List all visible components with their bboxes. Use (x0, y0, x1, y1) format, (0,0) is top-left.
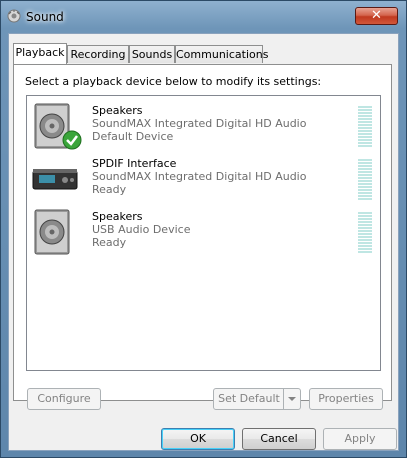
device-name: SPDIF Interface (92, 157, 177, 170)
properties-button[interactable]: Properties (309, 388, 383, 410)
tab-sounds[interactable]: Sounds (129, 45, 175, 63)
sound-dialog-window: Sound ✕ Playback Recording Sounds Commun… (0, 0, 407, 458)
device-item-speakers-soundmax[interactable]: Speakers SoundMAX Integrated Digital HD … (29, 100, 378, 152)
device-description: USB Audio Device (92, 223, 191, 236)
sound-app-icon (7, 9, 21, 23)
configure-button[interactable]: Configure (27, 388, 101, 410)
volume-level-meter (358, 212, 372, 254)
close-icon: ✕ (371, 8, 382, 23)
volume-level-meter (358, 159, 372, 201)
set-default-label: Set Default (218, 392, 280, 405)
device-status: Ready (92, 236, 127, 249)
tab-playback[interactable]: Playback (13, 43, 67, 64)
tab-recording[interactable]: Recording (67, 45, 129, 63)
window-title: Sound (26, 10, 64, 24)
volume-level-meter (358, 106, 372, 148)
title-bar[interactable]: Sound ✕ (1, 1, 406, 31)
device-description: SoundMAX Integrated Digital HD Audio (92, 170, 307, 183)
playback-tab-panel: Select a playback device below to modify… (13, 64, 392, 401)
device-description: SoundMAX Integrated Digital HD Audio (92, 117, 307, 130)
spdif-device-icon (32, 169, 78, 190)
close-button[interactable]: ✕ (355, 7, 398, 25)
instruction-text: Select a playback device below to modify… (25, 75, 322, 88)
ok-button[interactable]: OK (161, 428, 235, 450)
device-status: Default Device (92, 130, 174, 143)
device-item-spdif-interface[interactable]: SPDIF Interface SoundMAX Integrated Digi… (29, 153, 378, 205)
device-name: Speakers (92, 104, 143, 117)
tab-communications[interactable]: Communications (175, 45, 268, 63)
default-device-check-icon (62, 130, 82, 150)
speaker-icon (34, 209, 70, 255)
dialog-client-area: Playback Recording Sounds Communications… (8, 33, 399, 451)
set-default-split-button[interactable]: Set Default (213, 388, 301, 410)
cancel-button[interactable]: Cancel (242, 428, 316, 450)
device-item-speakers-usb[interactable]: Speakers USB Audio Device Ready (29, 206, 378, 258)
device-name: Speakers (92, 210, 143, 223)
device-list[interactable]: Speakers SoundMAX Integrated Digital HD … (26, 95, 381, 371)
chevron-down-icon[interactable] (283, 389, 300, 409)
apply-button[interactable]: Apply (323, 428, 397, 450)
device-status: Ready (92, 183, 127, 196)
